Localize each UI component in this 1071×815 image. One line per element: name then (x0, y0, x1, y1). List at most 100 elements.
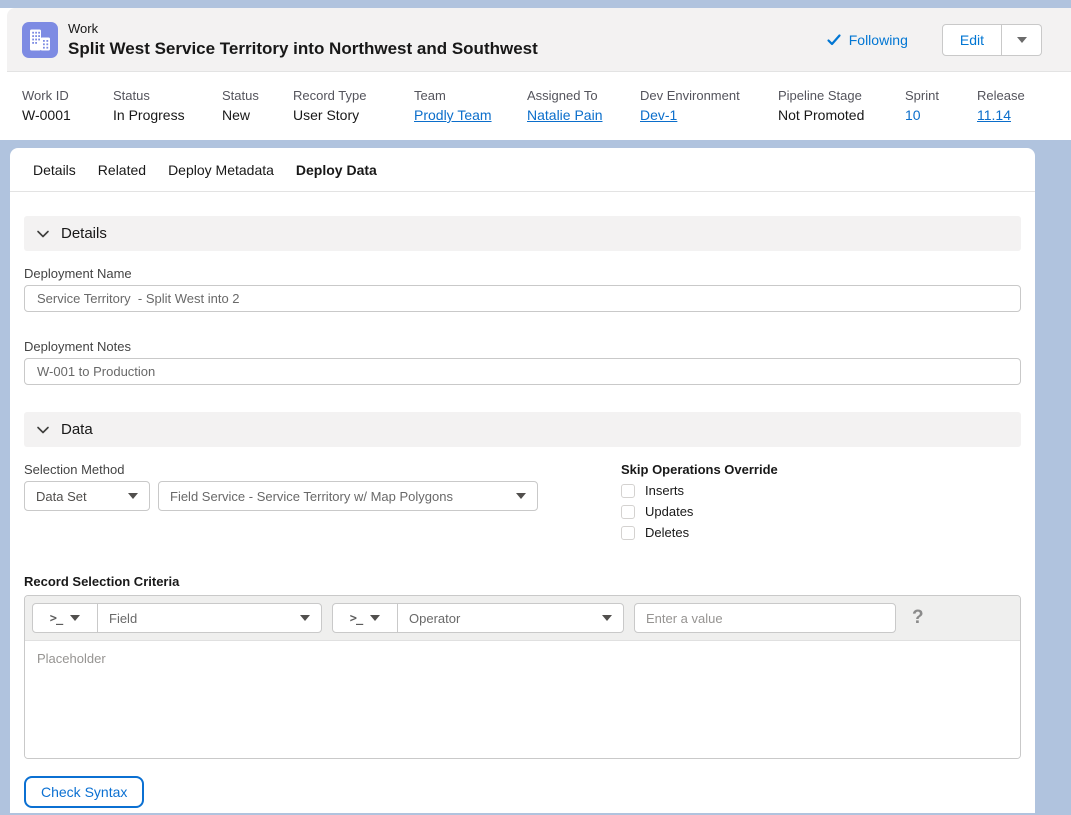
highlight-field-value[interactable]: Prodly Team (414, 106, 519, 125)
operator-source-select[interactable]: >_ (333, 604, 398, 632)
highlight-field: Status New (222, 87, 293, 125)
operator-select[interactable]: Operator (398, 604, 623, 632)
field-select[interactable]: Field (98, 604, 321, 632)
selection-method-group: Selection Method Data Set Field Service … (24, 447, 621, 540)
field-combo: >_ Field (32, 603, 322, 633)
section-title-data: Data (61, 421, 93, 438)
header-button-group: Edit (941, 23, 1042, 56)
checkbox-row: Updates (621, 504, 1021, 519)
highlight-field-label: Sprint (905, 88, 939, 103)
tab-related[interactable]: Related (87, 148, 157, 192)
highlight-field: Dev Environment Dev-1 (640, 87, 778, 125)
deployment-name-input[interactable] (24, 285, 1021, 312)
checkbox-inserts[interactable] (621, 483, 635, 498)
chevron-down-icon (70, 615, 81, 621)
highlight-field-label: Record Type (293, 88, 367, 103)
edit-button[interactable]: Edit (941, 23, 1002, 56)
highlight-field-label: Work ID (22, 88, 69, 103)
highlight-field-value: User Story (293, 107, 360, 123)
checkbox-label: Updates (645, 504, 694, 519)
selection-method-label: Selection Method (24, 462, 125, 477)
highlight-field-label: Status (222, 88, 259, 103)
skip-operations-group: Skip Operations Override Inserts Updates… (621, 447, 1021, 540)
tab-deploy-metadata[interactable]: Deploy Metadata (157, 148, 285, 192)
highlight-field-label: Release (977, 88, 1025, 103)
criteria-editor[interactable] (25, 641, 1020, 758)
checkbox-updates[interactable] (621, 504, 635, 519)
prompt-icon: >_ (349, 611, 363, 625)
chevron-down-icon (37, 230, 49, 237)
deployment-notes-label: Deployment Notes (24, 339, 131, 354)
section-details-header[interactable]: Details (24, 216, 1021, 251)
highlight-field: Release 11.14 (977, 87, 1035, 125)
highlight-field: Record Type User Story (293, 87, 414, 125)
value-input[interactable] (634, 603, 896, 633)
main-card: Details Related Deploy Metadata Deploy Data… (10, 148, 1035, 813)
operator-placeholder: Operator (409, 610, 461, 626)
highlights-row: Work ID W-0001 Status In Progress Status… (0, 72, 1035, 140)
section-data-header[interactable]: Data (24, 412, 1021, 447)
buildings-icon (30, 29, 50, 50)
check-icon (827, 33, 841, 45)
object-label: Work (68, 20, 99, 36)
tab-deploy-data[interactable]: Deploy Data (285, 148, 388, 192)
record-selection-criteria-panel: >_ Field >_ Operator Enter a value ? Pla… (24, 595, 1021, 759)
highlight-field-label: Status (113, 88, 150, 103)
highlight-field-value: New (222, 107, 251, 123)
highlight-field: Team Prodly Team (414, 87, 527, 125)
field-placeholder: Field (109, 610, 138, 626)
highlight-field-value[interactable]: Dev-1 (640, 106, 770, 125)
skip-operations-label: Skip Operations Override (621, 462, 778, 477)
chevron-down-icon (370, 615, 381, 621)
work-object-icon (22, 21, 58, 58)
selection-method-select[interactable]: Data Set (24, 481, 150, 511)
checkbox-row: Deletes (621, 525, 1021, 540)
checkbox-label: Inserts (645, 483, 685, 498)
criteria-filter-row: >_ Field >_ Operator Enter a value ? (25, 596, 1020, 641)
selection-method-value: Data Set (36, 488, 87, 504)
page-top-gap (0, 0, 1071, 8)
data-set-select[interactable]: Field Service - Service Territory w/ Map… (158, 481, 538, 511)
highlight-field: Pipeline Stage Not Promoted (778, 87, 905, 125)
highlight-field: Work ID W-0001 (22, 87, 113, 125)
operator-combo: >_ Operator (332, 603, 624, 633)
edit-dropdown-button[interactable] (1002, 23, 1042, 56)
record-header: Work Split West Service Territory into N… (0, 8, 1071, 140)
following-button[interactable]: Following (826, 32, 908, 48)
chevron-down-icon (602, 615, 612, 621)
highlight-field-value: Not Promoted (778, 107, 865, 123)
chevron-down-icon (516, 493, 526, 499)
highlight-field-label: Pipeline Stage (778, 88, 862, 103)
highlight-field-label: Team (414, 88, 446, 103)
highlight-field: Sprint 10 (905, 87, 977, 125)
prompt-icon: >_ (49, 611, 63, 625)
skip-operations-checkboxes: Inserts Updates Deletes (621, 483, 1021, 540)
highlight-field: Assigned To Natalie Pain (527, 87, 640, 125)
record-selection-criteria-label: Record Selection Criteria (24, 574, 180, 589)
chevron-down-icon (128, 493, 138, 499)
deployment-name-label: Deployment Name (24, 266, 132, 281)
tab-details[interactable]: Details (22, 148, 87, 192)
highlight-field-value: W-0001 (22, 107, 71, 123)
deployment-notes-input[interactable] (24, 358, 1021, 385)
highlight-field: Status In Progress (113, 87, 222, 125)
record-header-panel: Work Split West Service Territory into N… (7, 8, 1071, 72)
check-syntax-button[interactable]: Check Syntax (24, 776, 145, 808)
chevron-down-icon (1016, 36, 1027, 43)
card-body: Details Deployment Name Deployment Notes… (10, 192, 1035, 808)
section-title-details: Details (61, 225, 107, 242)
page-title: Split West Service Territory into Northw… (68, 38, 538, 58)
checkbox-row: Inserts (621, 483, 1021, 498)
highlight-field-label: Dev Environment (640, 88, 740, 103)
highlight-field-value[interactable]: 11.14 (977, 106, 1027, 125)
chevron-down-icon (300, 615, 310, 621)
data-set-value: Field Service - Service Territory w/ Map… (170, 488, 453, 504)
field-source-select[interactable]: >_ (33, 604, 98, 632)
title-block: Work Split West Service Territory into N… (68, 21, 538, 59)
highlight-field-value: In Progress (113, 107, 185, 123)
highlight-field-value[interactable]: Natalie Pain (527, 106, 632, 125)
highlight-field-value[interactable]: 10 (905, 106, 969, 125)
tab-bar: Details Related Deploy Metadata Deploy Data (10, 148, 1035, 192)
help-icon[interactable]: ? (912, 607, 924, 629)
checkbox-deletes[interactable] (621, 525, 635, 540)
